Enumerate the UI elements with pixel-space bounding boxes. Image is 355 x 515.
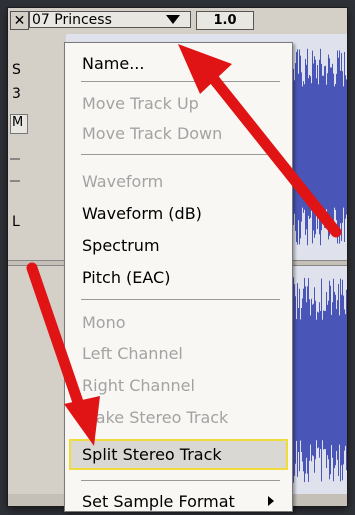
mute-button[interactable]: M [10, 114, 28, 134]
menu-separator [81, 299, 280, 300]
menu-item-set-sample-format[interactable]: Set Sample Format [69, 487, 288, 515]
menu-item-spectrum[interactable]: Spectrum [69, 231, 288, 259]
menu-item-move-track-up[interactable]: Move Track Up [69, 89, 288, 117]
track-info-line: S [12, 62, 21, 78]
menu-item-pitch-eac[interactable]: Pitch (EAC) [69, 263, 288, 291]
pan-left-label: L [12, 214, 20, 230]
menu-separator [81, 480, 280, 481]
pan-slider[interactable] [10, 180, 20, 182]
gain-slider[interactable] [10, 158, 20, 160]
close-track-button[interactable]: ✕ [10, 11, 29, 30]
triangle-down-icon [166, 15, 180, 24]
track-control-header: ✕ 07 Princess 1.0 [8, 8, 347, 34]
gain-value[interactable]: 1.0 [196, 11, 254, 30]
menu-item-left-channel[interactable]: Left Channel [69, 339, 288, 367]
menu-item-split-stereo-track[interactable]: Split Stereo Track [69, 439, 288, 470]
menu-item-waveform[interactable]: Waveform [69, 167, 288, 195]
menu-item-right-channel[interactable]: Right Channel [69, 371, 288, 399]
menu-item-make-stereo-track[interactable]: Make Stereo Track [69, 403, 288, 431]
track-dropdown-menu: Name... Move Track Up Move Track Down Wa… [64, 42, 293, 512]
menu-item-name[interactable]: Name... [69, 49, 288, 77]
track-control-panel: S 3 M L [8, 34, 66, 506]
menu-separator [81, 154, 280, 155]
chevron-right-icon [268, 496, 274, 506]
close-icon: ✕ [13, 12, 26, 29]
menu-separator [81, 81, 280, 82]
track-info-line: 3 [12, 86, 21, 102]
menu-item-mono[interactable]: Mono [69, 308, 288, 336]
track-name-label: 07 Princess [32, 11, 112, 28]
menu-item-move-track-down[interactable]: Move Track Down [69, 119, 288, 147]
gain-label: 1.0 [213, 13, 237, 28]
track-name-dropdown[interactable]: 07 Princess [29, 11, 191, 28]
menu-item-waveform-db[interactable]: Waveform (dB) [69, 199, 288, 227]
